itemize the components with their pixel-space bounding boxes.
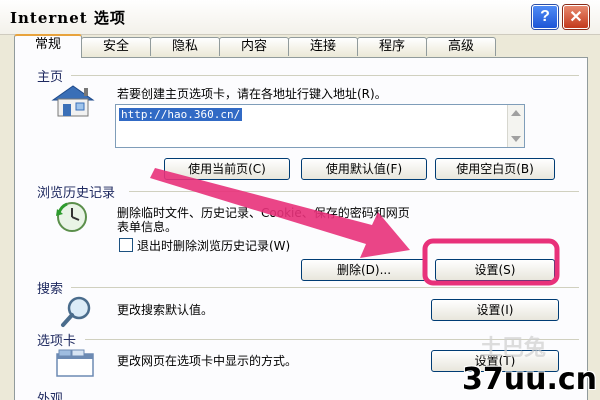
scroll-up-icon[interactable] <box>511 110 521 116</box>
help-button[interactable]: ? <box>532 5 558 29</box>
history-section-title: 浏览历史记录 <box>37 186 116 201</box>
delete-on-exit-checkbox[interactable] <box>119 238 133 252</box>
tab-general[interactable]: 常规 <box>14 34 82 58</box>
site-watermark: 37uu.cn <box>462 362 597 397</box>
search-separator <box>71 287 579 288</box>
tab-content[interactable]: 内容 <box>219 37 289 56</box>
home-section-title: 主页 <box>37 70 64 85</box>
tab-connections[interactable]: 连接 <box>288 37 358 56</box>
tab-advanced[interactable]: 高级 <box>426 37 496 56</box>
use-blank-button[interactable]: 使用空白页(B) <box>435 158 555 180</box>
delete-history-button[interactable]: 删除(D)... <box>301 259 427 281</box>
use-current-button[interactable]: 使用当前页(C) <box>164 158 290 180</box>
home-description: 若要创建主页选项卡，请在各地址行键入地址(R)。 <box>117 87 387 101</box>
history-description-line2: 表单信息。 <box>117 220 178 234</box>
scroll-down-icon[interactable] <box>511 136 521 142</box>
tab-security[interactable]: 安全 <box>81 37 151 56</box>
close-button[interactable]: ✕ <box>563 5 589 29</box>
search-settings-button[interactable]: 设置(I) <box>431 299 559 321</box>
history-separator <box>129 191 579 192</box>
home-separator <box>71 75 579 76</box>
magnifier-icon <box>61 296 91 327</box>
home-url-text: http://hao.360.cn/ <box>119 108 243 121</box>
help-icon: ? <box>540 8 550 25</box>
house-icon <box>51 85 95 117</box>
delete-on-exit-label: 退出时删除浏览历史记录(W) <box>137 239 291 253</box>
tab-privacy[interactable]: 隐私 <box>150 37 220 56</box>
search-description: 更改搜索默认值。 <box>117 303 214 317</box>
clock-arrow-icon <box>56 202 87 232</box>
tabbed-window-icon <box>56 349 94 377</box>
url-scrollbar[interactable] <box>507 105 524 147</box>
close-icon: ✕ <box>569 9 583 26</box>
history-settings-button[interactable]: 设置(S) <box>435 259 555 281</box>
title-bar: Internet 选项 ? ✕ <box>0 0 600 35</box>
tabs-section-title: 选项卡 <box>37 334 77 349</box>
tabs-description: 更改网页在选项卡中显示的方式。 <box>117 354 298 368</box>
tab-strip: 常规 安全 隐私 内容 连接 程序 高级 <box>14 34 594 58</box>
appearance-section-title: 外观 <box>37 392 64 400</box>
faint-watermark: 土巴兔 <box>480 336 547 361</box>
window-title: Internet 选项 <box>10 9 126 27</box>
tab-programs[interactable]: 程序 <box>357 37 427 56</box>
use-default-button[interactable]: 使用默认值(F) <box>301 158 427 180</box>
home-url-input[interactable]: http://hao.360.cn/ <box>115 104 525 148</box>
